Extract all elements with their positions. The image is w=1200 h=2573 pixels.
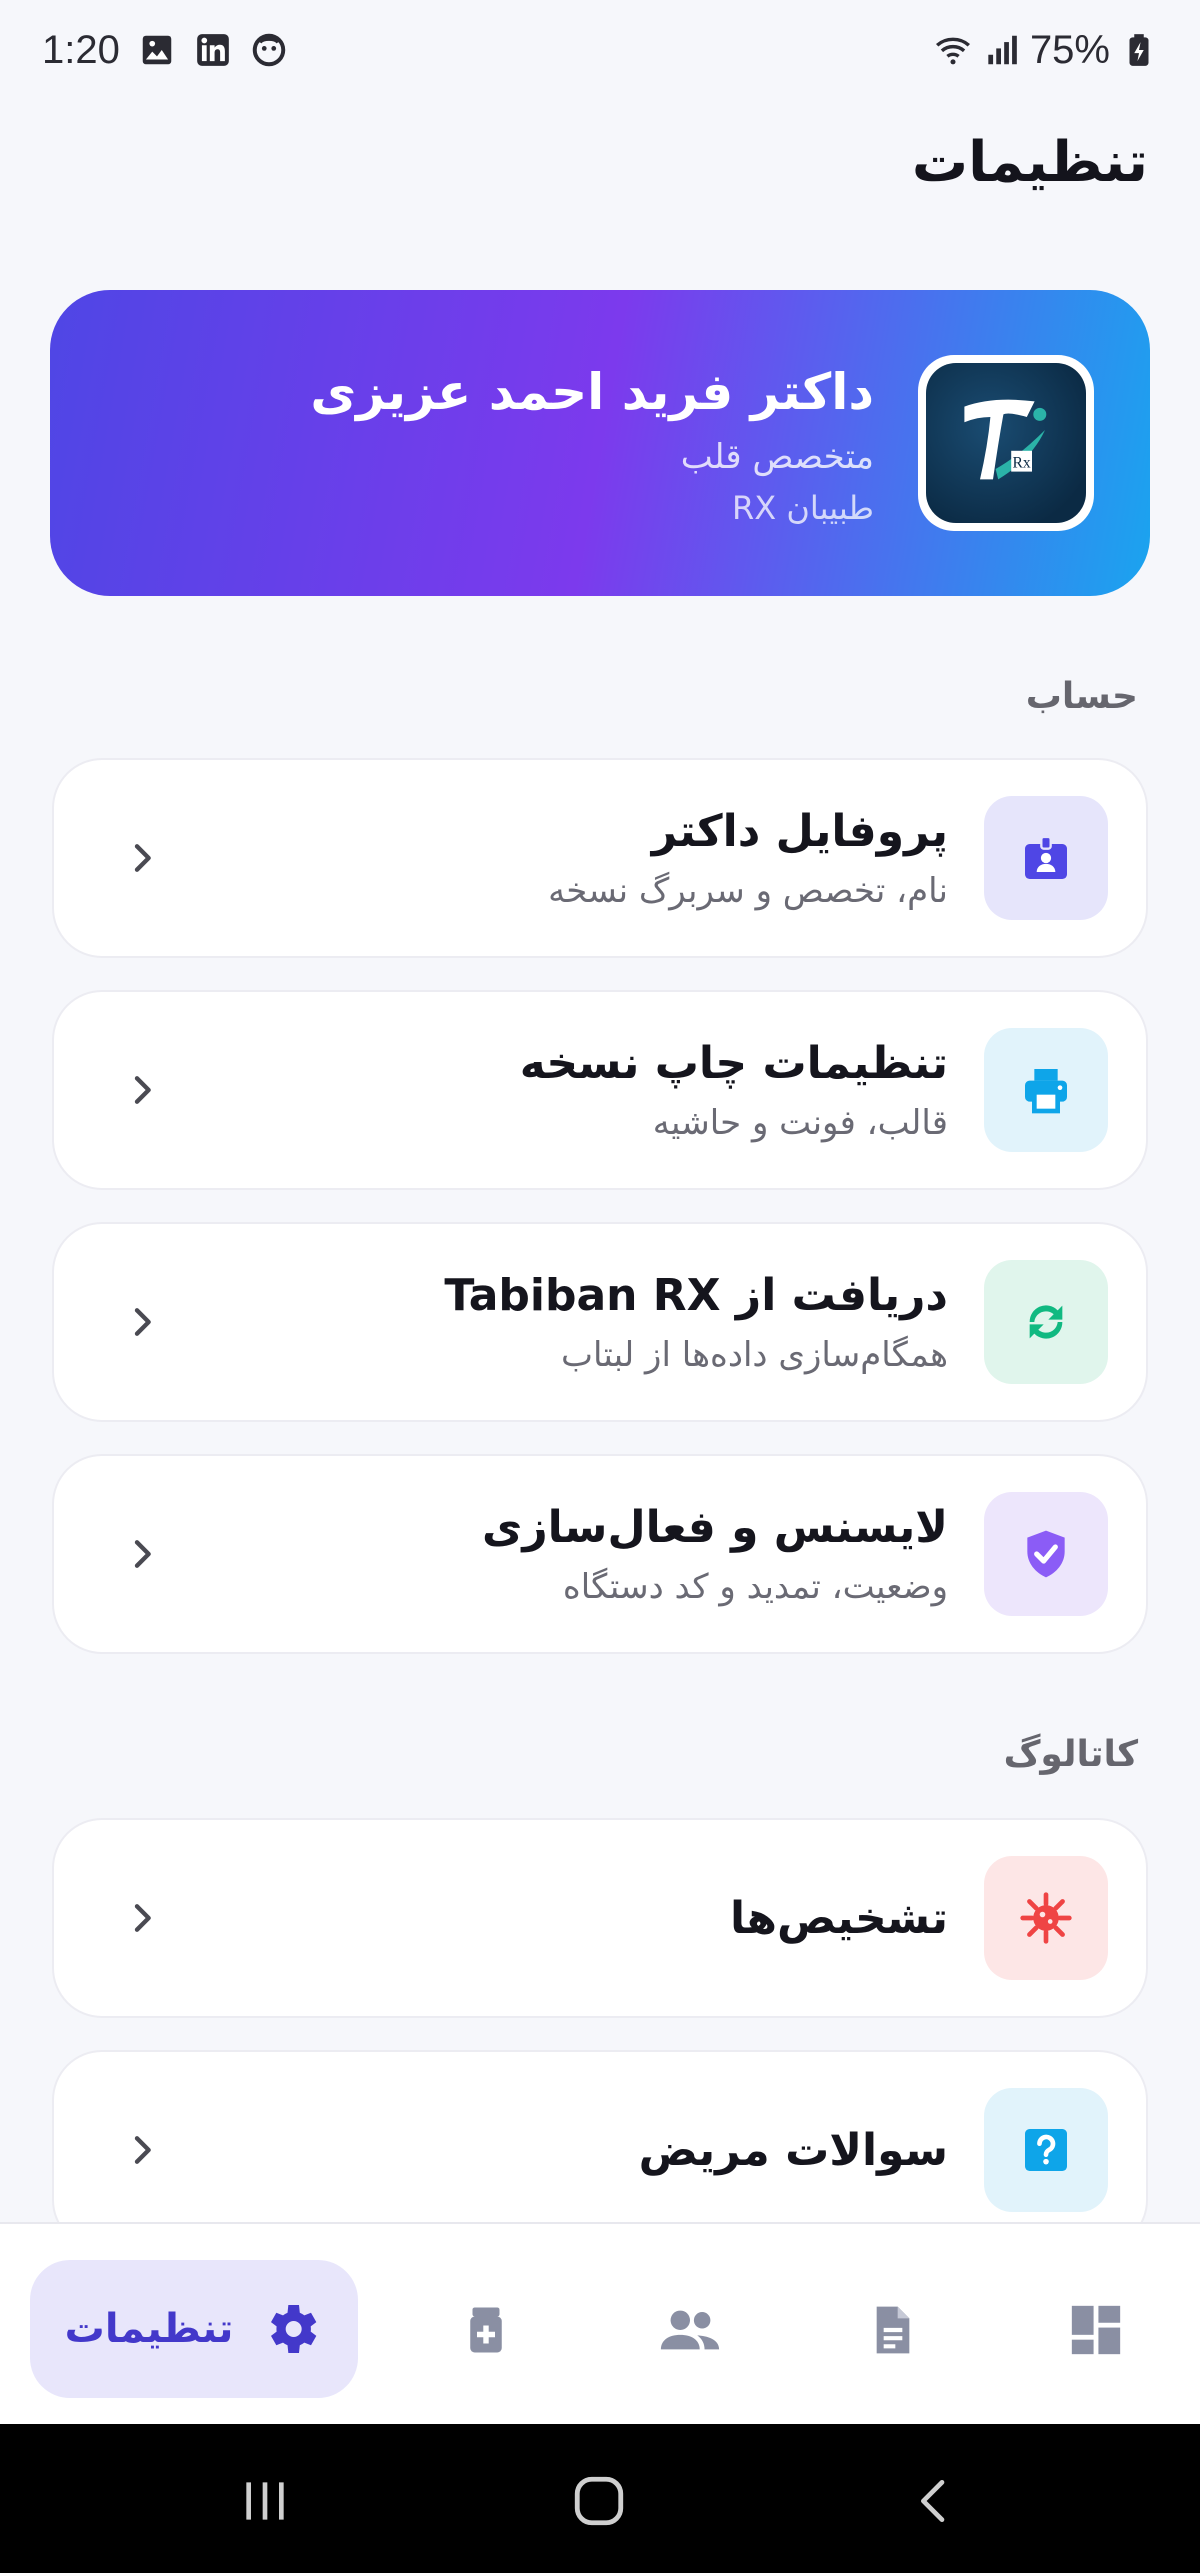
item-title: پروفایل داکتر	[651, 805, 948, 857]
section-title-catalog: کاتالوگ	[1003, 1734, 1138, 1775]
item-icon-wrap	[984, 796, 1108, 920]
face-icon	[252, 33, 286, 67]
id-badge-icon	[1025, 835, 1067, 879]
svg-text:Rx: Rx	[1012, 455, 1030, 472]
home-button[interactable]	[564, 2466, 634, 2536]
status-time: 1:20	[42, 27, 120, 72]
item-title: لایسنس و فعال‌سازی	[482, 1501, 948, 1553]
item-title: تشخیص‌ها	[729, 1892, 948, 1944]
printer-icon	[1025, 1069, 1067, 1114]
tabiban-logo-icon: Rx	[964, 399, 1047, 480]
settings-item-license[interactable]: لایسنس و فعال‌سازی وضعیت، تمدید و کد دست…	[52, 1454, 1148, 1654]
chevron-right-icon	[112, 1524, 172, 1584]
item-title: دریافت از Tabiban RX	[444, 1269, 948, 1321]
page-title: تنظیمات	[911, 130, 1148, 195]
medicine-icon	[470, 2307, 502, 2353]
question-icon	[1025, 2129, 1067, 2171]
recent-apps-icon	[246, 2482, 284, 2520]
settings-item-patient-questions[interactable]: سوالات مریض	[52, 2050, 1148, 2250]
chevron-right-icon	[112, 828, 172, 888]
chevron-right-icon	[112, 1060, 172, 1120]
users-icon	[660, 2310, 720, 2350]
item-subtitle: وضعیت، تمدید و کد دستگاه	[562, 1566, 948, 1607]
image-icon	[142, 35, 172, 65]
status-bar: 1:20 75%	[0, 0, 1200, 100]
bottom-nav: تنظیمات	[0, 2222, 1200, 2424]
shield-check-icon	[1027, 1530, 1065, 1578]
battery-percent: 75%	[1029, 27, 1110, 72]
chevron-right-icon	[112, 2120, 172, 2180]
home-icon	[574, 2476, 624, 2526]
nav-tab-dashboard[interactable]	[1060, 2294, 1132, 2366]
settings-item-doctor-profile[interactable]: پروفایل داکتر نام، تخصص و سربرگ نسخه	[52, 758, 1148, 958]
sync-icon	[1029, 1305, 1063, 1339]
system-nav-bar	[0, 2424, 1200, 2573]
linkedin-icon	[197, 34, 229, 66]
item-title: تنظیمات چاپ نسخه	[519, 1037, 948, 1089]
item-subtitle: همگام‌سازی داده‌ها از لبتاب	[560, 1334, 948, 1375]
virus-icon	[1020, 1892, 1072, 1944]
item-subtitle: نام، تخصص و سربرگ نسخه	[548, 870, 948, 911]
app-name: طبیبان RX	[731, 488, 874, 527]
doctor-name: داکتر فرید احمد عزیزی	[310, 362, 874, 421]
profile-card[interactable]: Rx داکتر فرید احمد عزیزی متخصص قلب طبیبا…	[50, 290, 1150, 596]
gear-icon	[271, 2305, 317, 2353]
doctor-specialty: متخصص قلب	[680, 436, 874, 477]
settings-item-print[interactable]: تنظیمات چاپ نسخه قالب، فونت و حاشیه	[52, 990, 1148, 1190]
back-button[interactable]	[900, 2466, 970, 2536]
battery-icon	[1129, 34, 1149, 66]
section-title-account: حساب	[1025, 676, 1138, 717]
profile-text: داکتر فرید احمد عزیزی متخصص قلب طبیبان R…	[310, 360, 874, 527]
nav-active-label: تنظیمات	[64, 2306, 234, 2352]
nav-tab-medicines[interactable]	[450, 2294, 522, 2366]
back-icon	[921, 2480, 945, 2522]
document-icon	[876, 2306, 910, 2354]
dashboard-icon	[1071, 2305, 1121, 2355]
app-logo: Rx	[918, 355, 1094, 531]
nav-tab-patients[interactable]	[654, 2294, 726, 2366]
settings-item-diagnoses[interactable]: تشخیص‌ها	[52, 1818, 1148, 2018]
chevron-right-icon	[112, 1292, 172, 1352]
wifi-icon	[935, 37, 970, 65]
item-title: سوالات مریض	[638, 2124, 948, 2176]
status-bar-right: 75%	[934, 28, 1158, 73]
settings-item-sync[interactable]: دریافت از Tabiban RX همگام‌سازی داده‌ها …	[52, 1222, 1148, 1422]
nav-tab-settings[interactable]: تنظیمات	[30, 2260, 358, 2398]
chevron-right-icon	[112, 1888, 172, 1948]
recent-apps-button[interactable]	[230, 2466, 300, 2536]
item-subtitle: قالب، فونت و حاشیه	[652, 1102, 948, 1143]
signal-icon	[988, 35, 1017, 65]
status-bar-left: 1:20	[42, 28, 288, 73]
nav-tab-prescriptions[interactable]	[857, 2294, 929, 2366]
